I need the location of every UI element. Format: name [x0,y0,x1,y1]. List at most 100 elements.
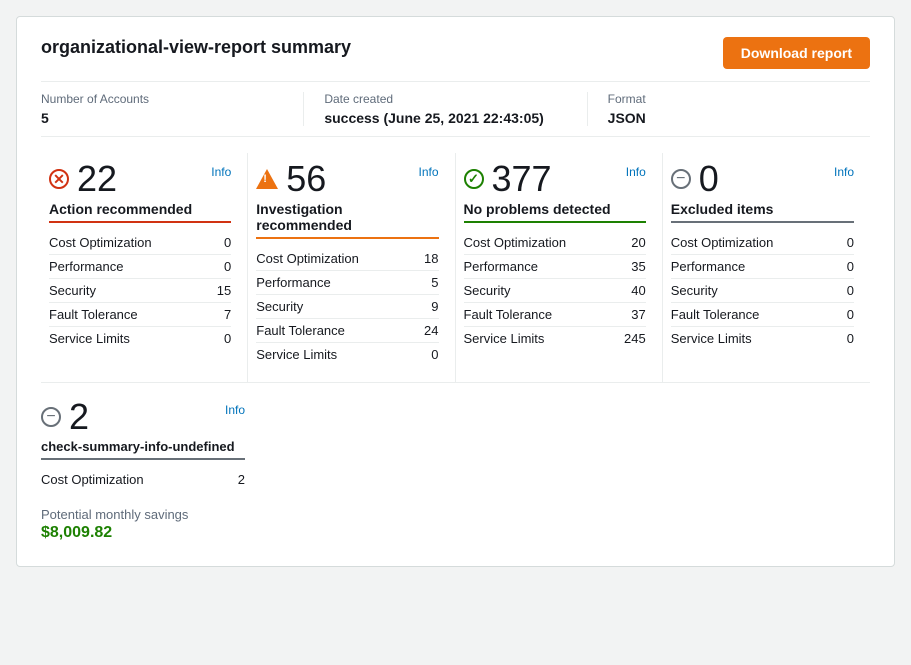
table-row: Security 15 [49,279,231,303]
row-label: Service Limits [671,331,752,346]
excluded-icon: − [671,169,691,189]
table-row: Service Limits 0 [671,327,854,350]
date-value: success (June 25, 2021 22:43:05) [324,110,566,126]
row-value: 5 [431,275,438,290]
table-row: Fault Tolerance 0 [671,303,854,327]
row-value: 7 [224,307,231,322]
row-value: 2 [238,472,245,487]
row-value: 15 [217,283,231,298]
stat-action-header: ✕ 22 Info [49,161,231,197]
table-row: Security 40 [464,279,646,303]
bottom-stat-header: − 2 Info [41,399,245,435]
row-value: 0 [847,331,854,346]
bottom-excluded-icon: − [41,407,61,427]
row-value: 0 [847,283,854,298]
row-value: 0 [224,235,231,250]
row-label: Service Limits [256,347,337,362]
table-row: Fault Tolerance 24 [256,319,438,343]
row-label: Fault Tolerance [671,307,760,322]
stat-noproblems-info-link[interactable]: Info [626,165,646,179]
stat-action: ✕ 22 Info Action recommended Cost Optimi… [41,153,248,382]
report-card: organizational-view-report summary Downl… [16,16,895,567]
format-meta: Format JSON [608,92,870,126]
row-label: Cost Optimization [671,235,774,250]
table-row: Cost Optimization 0 [49,231,231,255]
row-label: Cost Optimization [464,235,567,250]
stat-excluded-icon-num: − 0 [671,161,719,197]
row-value: 40 [631,283,645,298]
row-label: Fault Tolerance [256,323,345,338]
stat-noproblems-header: ✓ 377 Info [464,161,646,197]
row-label: Security [49,283,96,298]
row-label: Cost Optimization [256,251,359,266]
accounts-meta: Number of Accounts 5 [41,92,304,126]
download-report-button[interactable]: Download report [723,37,870,69]
success-icon: ✓ [464,169,484,189]
row-value: 35 [631,259,645,274]
row-value: 0 [224,331,231,346]
table-row: Fault Tolerance 7 [49,303,231,327]
row-label: Performance [671,259,745,274]
table-row: Service Limits 0 [49,327,231,350]
report-title: organizational-view-report summary [41,37,351,58]
savings-label: Potential monthly savings [41,507,245,522]
stat-investigation-icon-num: 56 [256,161,326,197]
savings-value: $8,009.82 [41,524,245,542]
row-label: Performance [464,259,538,274]
table-row: Service Limits 245 [464,327,646,350]
bottom-stat-col: − 2 Info check-summary-info-undefined Co… [41,399,261,542]
row-label: Service Limits [49,331,130,346]
table-row: Fault Tolerance 37 [464,303,646,327]
header-row: organizational-view-report summary Downl… [41,37,870,69]
bottom-stat-label: check-summary-info-undefined [41,439,245,460]
stat-excluded: − 0 Info Excluded items Cost Optimizatio… [663,153,870,382]
stat-investigation-header: 56 Info [256,161,438,197]
row-label: Performance [256,275,330,290]
row-label: Fault Tolerance [464,307,553,322]
table-row: Cost Optimization 18 [256,247,438,271]
row-value: 20 [631,235,645,250]
stat-noproblems-rows: Cost Optimization 20 Performance 35 Secu… [464,231,646,350]
stat-noproblems: ✓ 377 Info No problems detected Cost Opt… [456,153,663,382]
stats-grid: ✕ 22 Info Action recommended Cost Optimi… [41,153,870,383]
bottom-info-link[interactable]: Info [225,403,245,417]
table-row: Performance 0 [671,255,854,279]
table-row: Security 9 [256,295,438,319]
row-label: Service Limits [464,331,545,346]
stat-action-label: Action recommended [49,201,231,223]
row-label: Security [464,283,511,298]
stat-investigation: 56 Info Investigation recommended Cost O… [248,153,455,382]
row-value: 0 [431,347,438,362]
date-meta: Date created success (June 25, 2021 22:4… [324,92,587,126]
row-value: 9 [431,299,438,314]
meta-row: Number of Accounts 5 Date created succes… [41,81,870,137]
row-label: Security [671,283,718,298]
row-label: Performance [49,259,123,274]
row-value: 0 [847,307,854,322]
accounts-label: Number of Accounts [41,92,283,106]
stat-excluded-info-link[interactable]: Info [834,165,854,179]
bottom-stat-rows: Cost Optimization 2 [41,468,245,491]
row-label: Cost Optimization [49,235,152,250]
table-row: Performance 35 [464,255,646,279]
stat-excluded-number: 0 [699,161,719,197]
stat-investigation-number: 56 [286,161,326,197]
stat-investigation-rows: Cost Optimization 18 Performance 5 Secur… [256,247,438,366]
row-label: Security [256,299,303,314]
stat-investigation-info-link[interactable]: Info [418,165,438,179]
table-row: Service Limits 0 [256,343,438,366]
table-row: Performance 5 [256,271,438,295]
stat-action-number: 22 [77,161,117,197]
stat-excluded-rows: Cost Optimization 0 Performance 0 Securi… [671,231,854,350]
stat-noproblems-number: 377 [492,161,552,197]
stat-investigation-label: Investigation recommended [256,201,438,239]
stat-noproblems-icon-num: ✓ 377 [464,161,552,197]
stat-excluded-header: − 0 Info [671,161,854,197]
table-row: Cost Optimization 20 [464,231,646,255]
row-value: 37 [631,307,645,322]
stat-action-rows: Cost Optimization 0 Performance 0 Securi… [49,231,231,350]
row-value: 245 [624,331,646,346]
stat-noproblems-label: No problems detected [464,201,646,223]
row-value: 0 [847,259,854,274]
stat-action-info-link[interactable]: Info [211,165,231,179]
